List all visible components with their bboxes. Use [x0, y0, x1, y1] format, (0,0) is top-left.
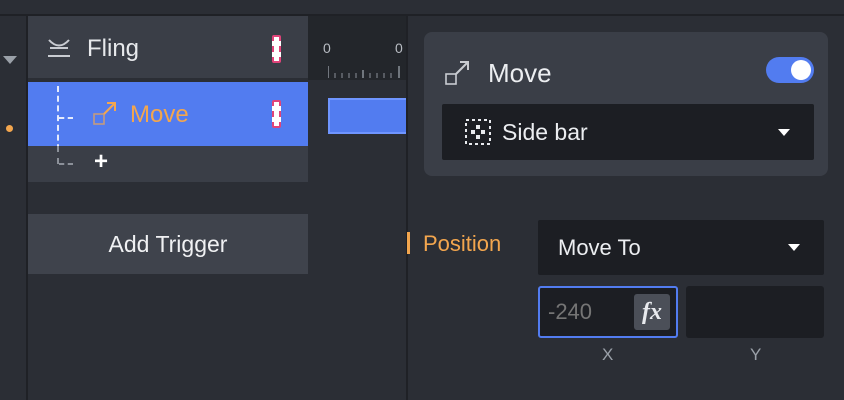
left-gutter: [0, 16, 28, 400]
timeline-clip-move[interactable]: [328, 98, 408, 134]
layer-target-icon: [465, 119, 491, 145]
layer-row-move[interactable]: Move: [28, 82, 308, 160]
move-arrow-icon: [445, 61, 469, 85]
tree-connector: [57, 146, 59, 164]
add-response-row[interactable]: +: [28, 146, 308, 182]
tree-connector-branch: [59, 163, 73, 165]
add-trigger-button[interactable]: Add Trigger: [28, 214, 308, 274]
position-y-field[interactable]: [686, 286, 824, 338]
chevron-down-icon: [788, 244, 800, 251]
position-x-field[interactable]: fx: [538, 286, 678, 338]
response-properties-card: Move Side bar: [424, 32, 828, 176]
position-mode-select[interactable]: Move To: [538, 220, 824, 275]
add-response-plus-icon[interactable]: +: [94, 148, 108, 176]
ruler-ticks: [328, 66, 400, 78]
move-arrow-icon: [93, 102, 116, 125]
position-label: Position: [423, 231, 502, 256]
tree-connector-branch: [59, 117, 73, 119]
target-layer-select[interactable]: Side bar: [442, 104, 814, 160]
panel-divider[interactable]: [406, 16, 408, 400]
y-axis-label: Y: [750, 345, 762, 364]
timeline-ruler: 0 0: [308, 16, 406, 80]
prototype-editor: Fling Move + Add Trigger 0 0 Move Side b…: [0, 0, 844, 400]
fx-expression-button[interactable]: fx: [634, 294, 670, 330]
x-axis-label: X: [602, 345, 614, 364]
target-layer-label: Side bar: [502, 119, 588, 145]
position-y-input[interactable]: [694, 296, 814, 324]
layer-label-move: Move: [130, 101, 189, 128]
position-x-input[interactable]: [548, 298, 632, 326]
response-enabled-toggle[interactable]: [766, 57, 814, 83]
position-indicator-bar: [407, 232, 410, 254]
fling-gesture-icon: [48, 39, 70, 57]
collapse-arrow-icon[interactable]: [3, 56, 17, 64]
chevron-down-icon: [778, 129, 790, 136]
layer-label-fling: Fling: [87, 35, 140, 62]
response-title: Move: [488, 58, 552, 88]
toggle-knob: [791, 60, 811, 80]
ruler-label: 0: [395, 40, 403, 56]
ruler-label: 0: [323, 40, 331, 56]
timeline-column: 0 0: [308, 16, 408, 400]
modified-indicator-dot: [6, 125, 13, 132]
drag-handle[interactable]: [272, 35, 281, 63]
drag-handle[interactable]: [272, 100, 281, 128]
layer-row-fling[interactable]: Fling: [28, 16, 308, 80]
position-mode-label: Move To: [558, 235, 641, 260]
